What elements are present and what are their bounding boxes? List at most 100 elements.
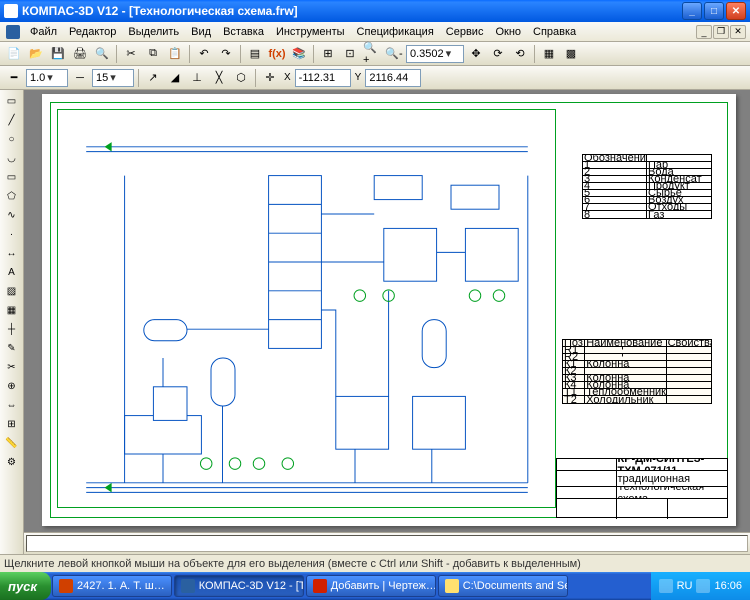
menu-window[interactable]: Окно [489, 24, 527, 40]
cut-button[interactable]: ✂ [121, 44, 141, 64]
command-bar [24, 532, 750, 554]
tool5[interactable]: ⬡ [231, 68, 251, 88]
menu-file[interactable]: Файл [24, 24, 63, 40]
vt-poly[interactable]: ⬠ [2, 187, 22, 205]
task-item-3[interactable]: Добавить | Чертеж… [306, 575, 436, 597]
close-button[interactable]: ✕ [726, 2, 746, 20]
vt-measure[interactable]: 📏 [2, 434, 22, 452]
menu-insert[interactable]: Вставка [217, 24, 270, 40]
vt-line[interactable]: ╱ [2, 111, 22, 129]
coord-btn[interactable]: ✛ [260, 68, 280, 88]
clock[interactable]: 16:06 [714, 580, 742, 592]
tray-icon[interactable] [659, 579, 673, 593]
system-tray[interactable]: RU 16:06 [651, 572, 750, 600]
rotate-button[interactable]: ⟳ [488, 44, 508, 64]
mdi-minimize[interactable]: _ [696, 25, 712, 39]
left-toolbar: ▭ ╱ ○ ◡ ▭ ⬠ ∿ · ↔ A ▨ ▦ ┼ ✎ ✂ ⊕ ⇔ ⊞ 📏 ⚙ [0, 90, 24, 554]
mdi-close[interactable]: ✕ [730, 25, 746, 39]
app-icon [4, 4, 18, 18]
tool3[interactable]: ⊥ [187, 68, 207, 88]
tool4[interactable]: ╳ [209, 68, 229, 88]
lib-button[interactable]: 📚 [289, 44, 309, 64]
vt-arc[interactable]: ◡ [2, 149, 22, 167]
preview-button[interactable]: 🔍 [92, 44, 112, 64]
line-btn[interactable]: ─ [70, 68, 90, 88]
menu-bar: Файл Редактор Выделить Вид Вставка Инстр… [0, 22, 750, 42]
zoomfit-button[interactable]: ⊡ [340, 44, 360, 64]
coord-y[interactable]: 2116.44 [365, 69, 421, 87]
windows-taskbar: пуск 2427. 1. А. Т. ш… КОМПАС-3D V12 - [… [0, 572, 750, 600]
tool1[interactable]: ↗ [143, 68, 163, 88]
command-input[interactable] [26, 535, 748, 552]
window-title: КОМПАС-3D V12 - [Технологическая схема.f… [22, 4, 682, 18]
menu-service[interactable]: Сервис [440, 24, 490, 40]
standard-toolbar: 📄 📂 💾 🖨 🔍 ✂ ⧉ 📋 ↶ ↷ ▤ f(x) 📚 ⊞ ⊡ 🔍+ 🔍- 0… [0, 42, 750, 66]
tool2[interactable]: ◢ [165, 68, 185, 88]
vt-edit[interactable]: ✎ [2, 339, 22, 357]
task-item-4[interactable]: C:\Documents and Se… [438, 575, 568, 597]
new-button[interactable]: 📄 [4, 44, 24, 64]
properties-toolbar: ━ 1.0 ─ 15 ↗ ◢ ⊥ ╳ ⬡ ✛ X -112.31 Y 2116.… [0, 66, 750, 90]
minimize-button[interactable]: _ [682, 2, 702, 20]
menu-view[interactable]: Вид [185, 24, 217, 40]
zoomwin-button[interactable]: ⊞ [318, 44, 338, 64]
vt-rect[interactable]: ▭ [2, 168, 22, 186]
undo-button[interactable]: ↶ [194, 44, 214, 64]
y-label: Y [353, 72, 364, 83]
window-titlebar: КОМПАС-3D V12 - [Технологическая схема.f… [0, 0, 750, 22]
print-button[interactable]: 🖨 [70, 44, 90, 64]
vt-text[interactable]: A [2, 263, 22, 281]
task-item-2[interactable]: КОМПАС-3D V12 - [Т… [174, 575, 304, 597]
tray-icon-2[interactable] [696, 579, 710, 593]
scale-field[interactable]: 1.0 [26, 69, 68, 87]
start-button[interactable]: пуск [0, 572, 51, 600]
mdi-restore[interactable]: ❐ [713, 25, 729, 39]
vt-hatch[interactable]: ▨ [2, 282, 22, 300]
vt-table[interactable]: ▦ [2, 301, 22, 319]
copy-button[interactable]: ⧉ [143, 44, 163, 64]
paste-button[interactable]: 📋 [165, 44, 185, 64]
vt-spline[interactable]: ∿ [2, 206, 22, 224]
legend-top: ОбозначениеНаименование среды 1Пар 2Вода… [582, 154, 712, 219]
legend-mid: Поз.НаименованиеСвойства R1Реактор аммон… [562, 339, 712, 404]
vt-circle[interactable]: ○ [2, 130, 22, 148]
vt-trim[interactable]: ✂ [2, 358, 22, 376]
pan-button[interactable]: ✥ [466, 44, 486, 64]
lang-indicator[interactable]: RU [677, 580, 693, 592]
open-button[interactable]: 📂 [26, 44, 46, 64]
zoom-field[interactable]: 0.3502 [406, 45, 464, 63]
vt-select[interactable]: ▭ [2, 92, 22, 110]
grid-button[interactable]: ▩ [561, 44, 581, 64]
menu-spec[interactable]: Спецификация [351, 24, 440, 40]
zoomin-button[interactable]: 🔍+ [362, 44, 382, 64]
vt-move[interactable]: ⊕ [2, 377, 22, 395]
work-area: ▭ ╱ ○ ◡ ▭ ⬠ ∿ · ↔ A ▨ ▦ ┼ ✎ ✂ ⊕ ⇔ ⊞ 📏 ⚙ [0, 90, 750, 554]
props-button[interactable]: ▤ [245, 44, 265, 64]
menu-help[interactable]: Справка [527, 24, 582, 40]
menu-edit[interactable]: Редактор [63, 24, 122, 40]
vt-axis[interactable]: ┼ [2, 320, 22, 338]
maximize-button[interactable]: □ [704, 2, 724, 20]
vt-array[interactable]: ⊞ [2, 415, 22, 433]
vt-dim[interactable]: ↔ [2, 244, 22, 262]
drawing-canvas[interactable]: ОбозначениеНаименование среды 1Пар 2Вода… [24, 90, 750, 532]
vars-button[interactable]: f(x) [267, 44, 287, 64]
refresh-button[interactable]: ⟲ [510, 44, 530, 64]
redo-button[interactable]: ↷ [216, 44, 236, 64]
vt-param[interactable]: ⚙ [2, 453, 22, 471]
layers-button[interactable]: ▦ [539, 44, 559, 64]
drawing-sheet: ОбозначениеНаименование среды 1Пар 2Вода… [42, 94, 736, 526]
coord-x[interactable]: -112.31 [295, 69, 351, 87]
vt-mirror[interactable]: ⇔ [2, 396, 22, 414]
vt-point[interactable]: · [2, 225, 22, 243]
menu-tools[interactable]: Инструменты [270, 24, 351, 40]
save-button[interactable]: 💾 [48, 44, 68, 64]
menu-select[interactable]: Выделить [122, 24, 185, 40]
task-item-1[interactable]: 2427. 1. А. Т. ш… [52, 575, 172, 597]
line-style-btn[interactable]: ━ [4, 68, 24, 88]
zoomout-button[interactable]: 🔍- [384, 44, 404, 64]
schematic-drawing [66, 118, 548, 502]
doc-icon [6, 25, 20, 39]
size-field[interactable]: 15 [92, 69, 134, 87]
title-stamp: КР-ДМ-СИНТЕЗ-ТХМ-071/11 Схема традиционн… [556, 458, 728, 518]
